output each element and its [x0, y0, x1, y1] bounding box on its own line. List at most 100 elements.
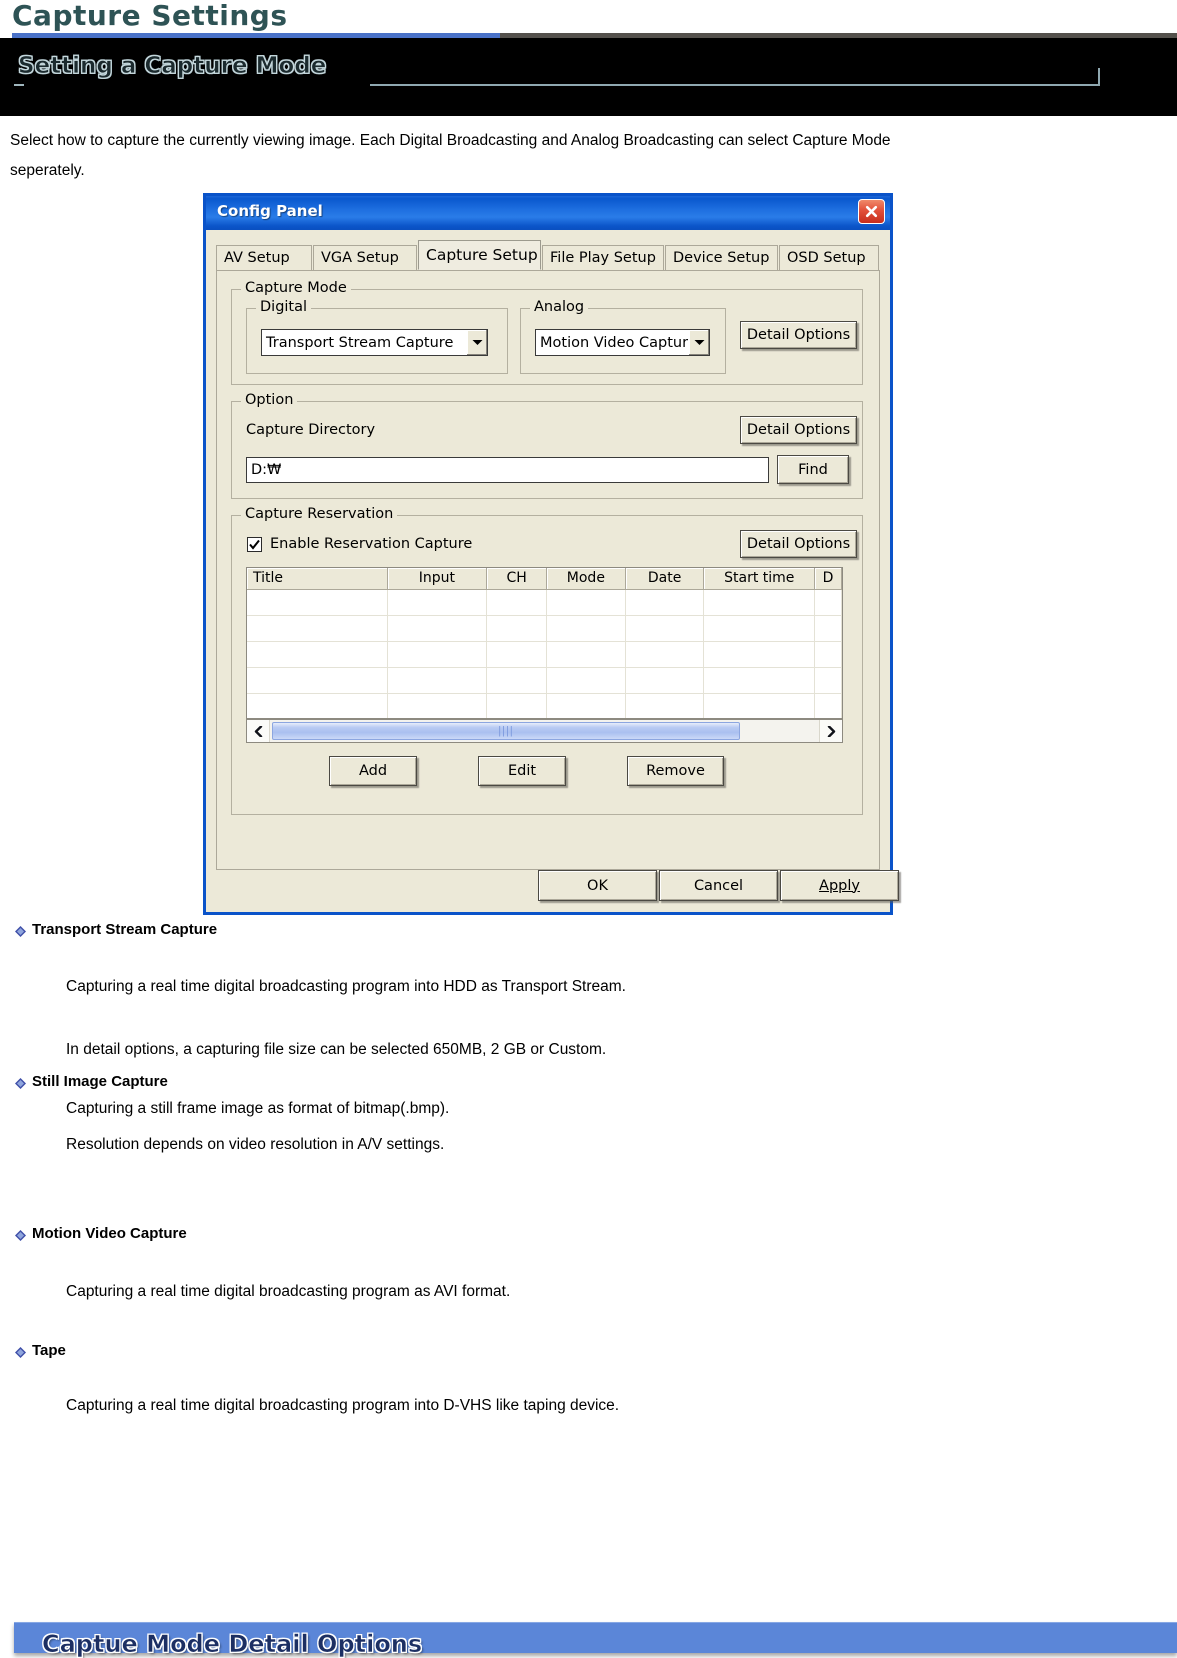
table-cell [547, 642, 626, 667]
bullet-text-3-0: Capturing a real time digital broadcasti… [66, 1397, 620, 1414]
bullet-diamond-icon [15, 1076, 26, 1089]
bullet-heading-motion-video-capture: Motion Video Capture [32, 1225, 187, 1242]
enable-reservation-capture-checkbox[interactable] [247, 537, 262, 552]
column-header-input[interactable]: Input [387, 568, 488, 590]
table-cell [815, 616, 842, 641]
remove-reservation-button[interactable]: Remove [627, 756, 724, 786]
table-row[interactable] [247, 668, 842, 694]
analog-dropdown-arrow[interactable] [688, 330, 709, 355]
tab-device-setup[interactable]: Device Setup [665, 245, 778, 270]
capture-reservation-legend: Capture Reservation [241, 506, 398, 522]
bullet-text-0-0: Capturing a real time digital broadcasti… [66, 978, 626, 995]
tab-vga-setup[interactable]: VGA Setup [313, 245, 417, 270]
table-cell [704, 642, 816, 667]
dialog-titlebar: Config Panel [203, 193, 893, 230]
table-cell [487, 668, 547, 693]
tab-strip: AV Setup VGA Setup Capture Setup File Pl… [216, 240, 880, 270]
analog-capture-mode-select[interactable]: Motion Video Capture [535, 329, 710, 356]
table-cell [388, 694, 488, 718]
reservation-listview[interactable]: Title Input CH Mode Date Start time D [246, 567, 843, 719]
table-cell [547, 590, 626, 615]
analog-capture-mode-value: Motion Video Capture [540, 334, 688, 351]
capture-setup-page: Capture Mode Digital Transport Stream Ca… [216, 270, 880, 870]
apply-button[interactable]: Apply [780, 870, 899, 901]
bullet-diamond-icon [15, 1345, 26, 1358]
tab-av-setup[interactable]: AV Setup [216, 245, 312, 270]
capture-directory-input[interactable]: D:₩ [246, 457, 769, 483]
table-cell [815, 668, 842, 693]
table-cell [815, 590, 842, 615]
intro-line-2: seperately. [10, 162, 85, 179]
scrollbar-track[interactable]: |||| [270, 720, 819, 742]
scroll-left-button[interactable] [247, 720, 270, 742]
section-band: Setting a Capture Mode [0, 38, 1177, 116]
option-legend: Option [241, 392, 298, 408]
apply-button-label: Apply [819, 877, 860, 894]
close-button[interactable] [858, 199, 885, 224]
table-cell [487, 590, 547, 615]
table-row[interactable] [247, 590, 842, 616]
table-cell [626, 616, 705, 641]
bullet-text-0-1: In detail options, a capturing file size… [66, 1041, 607, 1058]
page-header: Capture Settings [0, 0, 1177, 38]
cancel-button[interactable]: Cancel [659, 870, 778, 901]
reservation-horizontal-scrollbar[interactable]: |||| [246, 719, 843, 743]
digital-dropdown-arrow[interactable] [466, 330, 487, 355]
column-header-start-time[interactable]: Start time [704, 568, 816, 590]
digital-capture-mode-select[interactable]: Transport Stream Capture [261, 329, 488, 356]
bullet-diamond-icon [15, 1228, 26, 1241]
table-cell [487, 694, 547, 718]
bullet-heading-transport-stream-capture: Transport Stream Capture [32, 921, 218, 938]
capture-mode-legend: Capture Mode [241, 280, 351, 296]
chevron-right-icon [827, 725, 835, 737]
table-cell [247, 590, 388, 615]
intro-line-1: Select how to capture the currently view… [10, 132, 891, 149]
capture-directory-label: Capture Directory [246, 422, 376, 438]
reservation-table-body [247, 590, 842, 718]
bullet-text-1-0: Capturing a still frame image as format … [66, 1100, 450, 1117]
scrollbar-grip-icon: |||| [498, 725, 514, 737]
capture-mode-detail-options-button[interactable]: Detail Options [740, 321, 857, 349]
reservation-detail-options-button[interactable]: Detail Options [740, 530, 857, 558]
table-cell [247, 694, 388, 718]
table-cell [626, 668, 705, 693]
table-cell [547, 694, 626, 718]
scroll-right-button[interactable] [819, 720, 842, 742]
chevron-down-icon [472, 340, 482, 345]
chevron-down-icon [694, 340, 704, 345]
tab-osd-setup[interactable]: OSD Setup [779, 245, 879, 270]
column-header-ch[interactable]: CH [487, 568, 547, 590]
find-button[interactable]: Find [777, 455, 849, 484]
table-row[interactable] [247, 642, 842, 668]
capture-mode-group: Capture Mode Digital Transport Stream Ca… [231, 280, 863, 385]
add-reservation-button[interactable]: Add [329, 756, 417, 786]
table-cell [704, 590, 816, 615]
column-header-mode[interactable]: Mode [547, 568, 626, 590]
tab-file-play-setup[interactable]: File Play Setup [542, 245, 664, 270]
intro-paragraph: Select how to capture the currently view… [10, 126, 1110, 186]
tab-capture-setup[interactable]: Capture Setup [418, 240, 541, 270]
table-cell [815, 694, 842, 718]
chevron-left-icon [254, 725, 262, 737]
column-header-duration[interactable]: D [815, 568, 842, 590]
table-row[interactable] [247, 694, 842, 718]
column-header-title[interactable]: Title [247, 568, 388, 590]
table-cell [815, 642, 842, 667]
table-cell [547, 616, 626, 641]
reservation-table-header: Title Input CH Mode Date Start time D [247, 568, 842, 590]
dialog-footer: OK Cancel Apply [216, 870, 899, 904]
table-row[interactable] [247, 616, 842, 642]
option-detail-options-button[interactable]: Detail Options [740, 416, 857, 444]
footer-banner: Captue Mode Detail Options [14, 1622, 1177, 1658]
table-cell [704, 668, 816, 693]
bullet-heading-still-image-capture: Still Image Capture [32, 1073, 168, 1090]
bullet-diamond-icon [15, 924, 26, 937]
table-cell [626, 694, 705, 718]
band-rule-right [370, 84, 1100, 86]
column-header-date[interactable]: Date [625, 568, 705, 590]
edit-reservation-button[interactable]: Edit [478, 756, 566, 786]
scrollbar-thumb[interactable]: |||| [272, 722, 740, 740]
ok-button[interactable]: OK [538, 870, 657, 901]
checkmark-icon [249, 539, 260, 550]
table-cell [247, 668, 388, 693]
